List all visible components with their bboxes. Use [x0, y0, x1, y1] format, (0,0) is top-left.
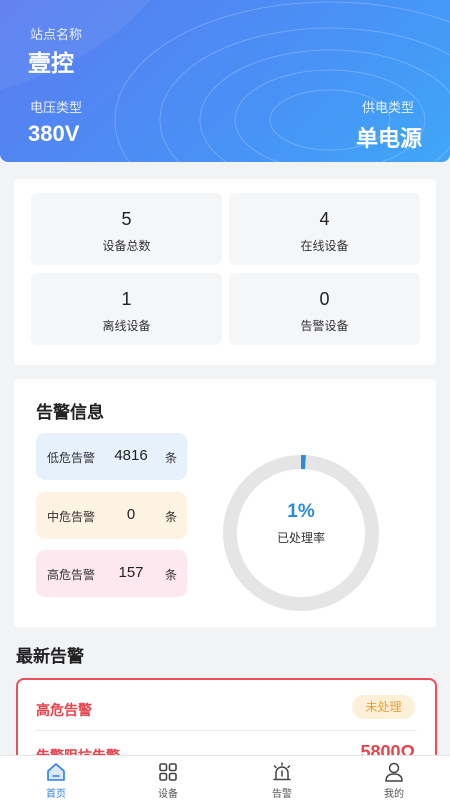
bottom-tab-bar: 首页 设备 告警 我的	[0, 755, 450, 800]
supply-type-value: 单电源	[355, 126, 422, 151]
station-name-value: 壹控	[28, 50, 74, 76]
grid-icon	[159, 763, 177, 781]
voltage-type-label: 电压类型	[30, 100, 83, 115]
high-risk-alarm-pill[interactable]: 高危告警 157 条	[36, 550, 187, 597]
stat-label: 在线设备	[300, 239, 349, 253]
stat-total-devices[interactable]: 5 设备总数	[31, 193, 222, 265]
user-icon	[385, 762, 403, 782]
alarm-light-icon	[273, 762, 291, 781]
low-risk-alarm-pill[interactable]: 低危告警 4816 条	[36, 433, 187, 480]
device-stats-card: 5 设备总数 4 在线设备 1 离线设备 0 告警设备	[14, 179, 436, 365]
station-name-label: 站点名称	[30, 27, 83, 42]
alarm-unit: 条	[165, 510, 178, 524]
stat-alarm-devices[interactable]: 0 告警设备	[229, 273, 420, 345]
stat-label: 告警设备	[300, 319, 349, 333]
tab-alarms[interactable]: 告警	[226, 756, 338, 800]
supply-type-label: 供电类型	[361, 100, 414, 115]
alarm-count: 0	[126, 506, 136, 523]
alarm-level-label: 中危告警	[47, 510, 96, 524]
stat-value: 4	[319, 209, 330, 229]
tab-label: 我的	[384, 789, 404, 800]
tab-devices[interactable]: 设备	[112, 756, 224, 800]
tab-label: 设备	[158, 789, 178, 800]
latest-alarm-level: 高危告警	[36, 702, 92, 718]
stat-label: 离线设备	[102, 319, 151, 333]
tab-home[interactable]: 首页	[0, 756, 112, 800]
alarm-unit: 条	[165, 568, 178, 582]
stat-online-devices[interactable]: 4 在线设备	[229, 193, 420, 265]
home-icon	[47, 763, 65, 781]
divider	[36, 730, 417, 731]
stat-offline-devices[interactable]: 1 离线设备	[31, 273, 222, 345]
stat-label: 设备总数	[102, 239, 151, 253]
voltage-type-value: 380V	[28, 121, 80, 146]
stat-value: 1	[121, 289, 132, 309]
alarm-info-title: 告警信息	[36, 403, 104, 422]
tab-label: 首页	[46, 789, 66, 800]
station-header: 站点名称 壹控 电压类型 380V 供电类型 单电源	[0, 0, 450, 162]
processed-rate-value: 1%	[287, 501, 315, 522]
status-badge: 未处理	[352, 695, 415, 719]
alarm-info-card: 告警信息 低危告警 4816 条 中危告警 0 条 高危告警 157 条 1% …	[14, 379, 436, 627]
alarm-unit: 条	[165, 451, 178, 465]
alarm-level-label: 低危告警	[47, 451, 96, 465]
latest-alarms-title: 最新告警	[16, 647, 84, 666]
processed-rate-label: 已处理率	[276, 531, 325, 545]
tab-profile[interactable]: 我的	[338, 756, 450, 800]
alarm-level-label: 高危告警	[47, 568, 96, 582]
medium-risk-alarm-pill[interactable]: 中危告警 0 条	[36, 492, 187, 539]
tab-label: 告警	[272, 789, 292, 800]
alarm-count: 157	[118, 564, 144, 581]
alarm-count: 4816	[114, 447, 148, 464]
stat-value: 5	[121, 209, 132, 229]
stat-value: 0	[319, 289, 330, 309]
